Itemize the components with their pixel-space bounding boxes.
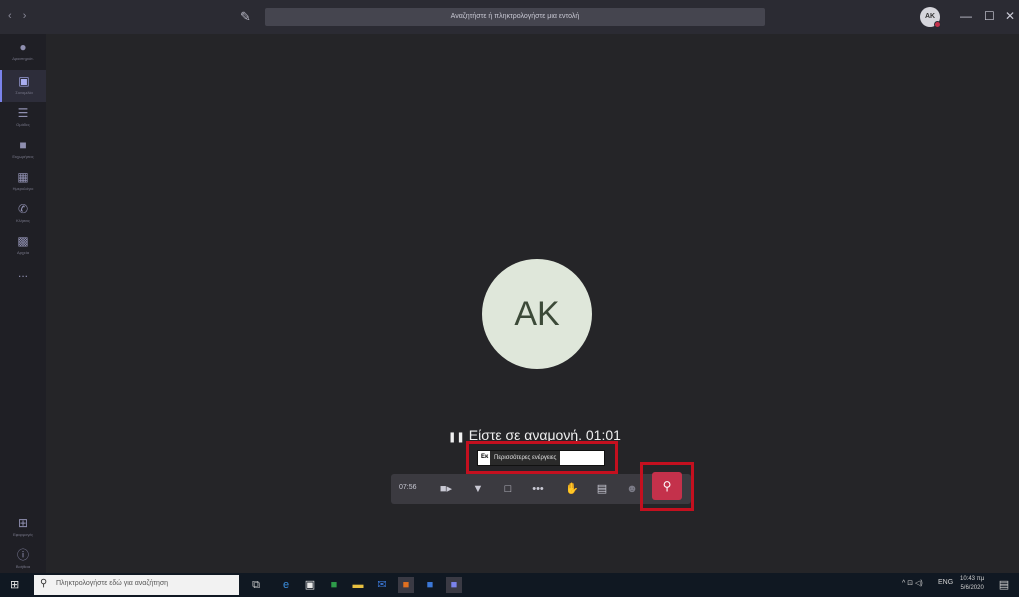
search-icon: ⚲: [40, 578, 48, 589]
hang-up-icon: ⚲: [662, 479, 672, 493]
rail-item-label: Συνομιλία: [15, 90, 33, 95]
clock-time: 10:43 πμ: [960, 576, 985, 582]
profile-avatar[interactable]: AK: [920, 7, 941, 28]
rail-item-apps[interactable]: ⊞ Εφαρμογές: [0, 512, 46, 544]
windows-start-icon[interactable]: ⊞: [10, 578, 24, 592]
call-duration: 07:56: [399, 484, 417, 491]
rail-item-more[interactable]: ...: [0, 262, 46, 294]
phone-icon: ✆: [17, 202, 29, 216]
rail-item-calendar[interactable]: ▦ Ημερολόγιο: [0, 166, 46, 198]
edge-browser-icon[interactable]: e: [278, 577, 294, 593]
teams-taskbar-icon[interactable]: ■: [446, 577, 462, 593]
rail-item-label: Βοήθεια: [15, 564, 31, 569]
rail-item-label: Αρχεία: [16, 250, 30, 255]
call-stage: AK ❚❚ Είστε σε αναμονή. 01:01 Εκ Περισσότ…: [46, 34, 1019, 573]
language-indicator[interactable]: ENG: [938, 579, 953, 586]
more-actions-icon[interactable]: •••: [529, 480, 547, 498]
word-icon[interactable]: ■: [422, 577, 438, 593]
microphone-icon[interactable]: ▼: [469, 480, 487, 498]
assignments-icon: ■: [19, 138, 27, 152]
rail-item-chat[interactable]: ▣ Συνομιλία: [0, 70, 46, 102]
raise-hand-icon[interactable]: ✋: [563, 480, 581, 498]
rail-item-assignments[interactable]: ■ Εκχωρήσεις: [0, 134, 46, 166]
store-icon[interactable]: ▣: [302, 577, 318, 593]
clock-date: 5/6/2020: [960, 585, 984, 591]
rail-item-label: Δραστηριότ.: [12, 56, 34, 61]
participant-avatar: AK: [482, 259, 592, 369]
rail-item-label: Ομάδες: [16, 122, 30, 127]
highlight-frame-hangup: ⚲: [640, 462, 694, 511]
minimize-button[interactable]: —: [960, 9, 972, 23]
rail-item-files[interactable]: ▩ Αρχεία: [0, 230, 46, 262]
title-bar: ‹ › ✎ Αναζητήστε ή πληκτρολογήστε μια εν…: [0, 0, 1019, 34]
participants-icon[interactable]: ☻: [623, 480, 641, 498]
excel-icon[interactable]: ■: [326, 577, 342, 593]
notifications-icon[interactable]: ▤: [996, 577, 1012, 593]
taskbar-search-placeholder: Πληκτρολογήστε εδώ για αναζήτηση: [56, 580, 169, 587]
command-search-box[interactable]: Αναζητήστε ή πληκτρολογήστε μια εντολή: [265, 8, 765, 26]
apps-icon: ⊞: [17, 516, 29, 530]
calendar-icon: ▦: [17, 170, 29, 184]
taskbar-clock[interactable]: 10:43 πμ 5/6/2020: [960, 575, 984, 593]
mail-icon[interactable]: ✉: [374, 577, 390, 593]
file-explorer-icon[interactable]: ▬: [350, 577, 366, 593]
rail-item-teams[interactable]: ☰ Ομάδες: [0, 102, 46, 134]
rail-item-label: Κλήσεις: [16, 218, 30, 223]
system-tray-icons[interactable]: ^ ⊡ ◁): [902, 579, 923, 587]
more-actions-tooltip: Περισσότερες ενέργειες: [490, 451, 561, 465]
teams-icon: ☰: [17, 106, 29, 120]
taskbar-search-box[interactable]: ⚲ Πληκτρολογήστε εδώ για αναζήτηση: [34, 575, 239, 595]
rail-item-help[interactable]: ⓘ Βοήθεια: [0, 544, 46, 576]
highlight-frame-tooltip: Εκ Περισσότερες ενέργειες: [466, 441, 618, 474]
show-conversation-icon[interactable]: ▤: [593, 480, 611, 498]
presence-badge: [934, 21, 941, 28]
resume-label: Εκ: [481, 454, 489, 460]
rail-item-label: Εφαρμογές: [12, 532, 34, 537]
files-icon: ▩: [17, 234, 29, 248]
pause-icon: ❚❚: [448, 432, 465, 443]
profile-avatar-initials: AK: [924, 13, 936, 20]
resume-button-area[interactable]: Εκ Περισσότερες ενέργειες: [477, 450, 605, 466]
camera-icon[interactable]: ■▸: [437, 480, 455, 498]
app-rail: ● Δραστηριότ. ▣ Συνομιλία ☰ Ομάδες ■ Εκχ…: [0, 34, 46, 573]
back-forward-nav[interactable]: ‹ ›: [8, 10, 30, 22]
help-icon: ⓘ: [16, 548, 29, 562]
task-view-icon[interactable]: ⧉: [248, 577, 264, 593]
rail-item-label: Ημερολόγιο: [12, 186, 34, 191]
close-button[interactable]: ✕: [1005, 9, 1015, 23]
more-icon: ...: [17, 266, 28, 280]
share-screen-icon[interactable]: □: [499, 480, 517, 498]
rail-item-calls[interactable]: ✆ Κλήσεις: [0, 198, 46, 230]
rail-item-label: Εκχωρήσεις: [12, 154, 34, 159]
hang-up-button[interactable]: ⚲: [652, 472, 682, 500]
chat-icon: ▣: [18, 74, 30, 88]
bell-icon: ●: [19, 40, 27, 54]
rail-item-activity[interactable]: ● Δραστηριότ.: [0, 36, 46, 68]
windows-taskbar: ⊞ ⚲ Πληκτρολογήστε εδώ για αναζήτηση ⧉ e…: [0, 573, 1019, 597]
powerpoint-icon[interactable]: ■: [398, 577, 414, 593]
maximize-button[interactable]: ☐: [984, 9, 995, 23]
compose-icon[interactable]: ✎: [240, 9, 256, 25]
